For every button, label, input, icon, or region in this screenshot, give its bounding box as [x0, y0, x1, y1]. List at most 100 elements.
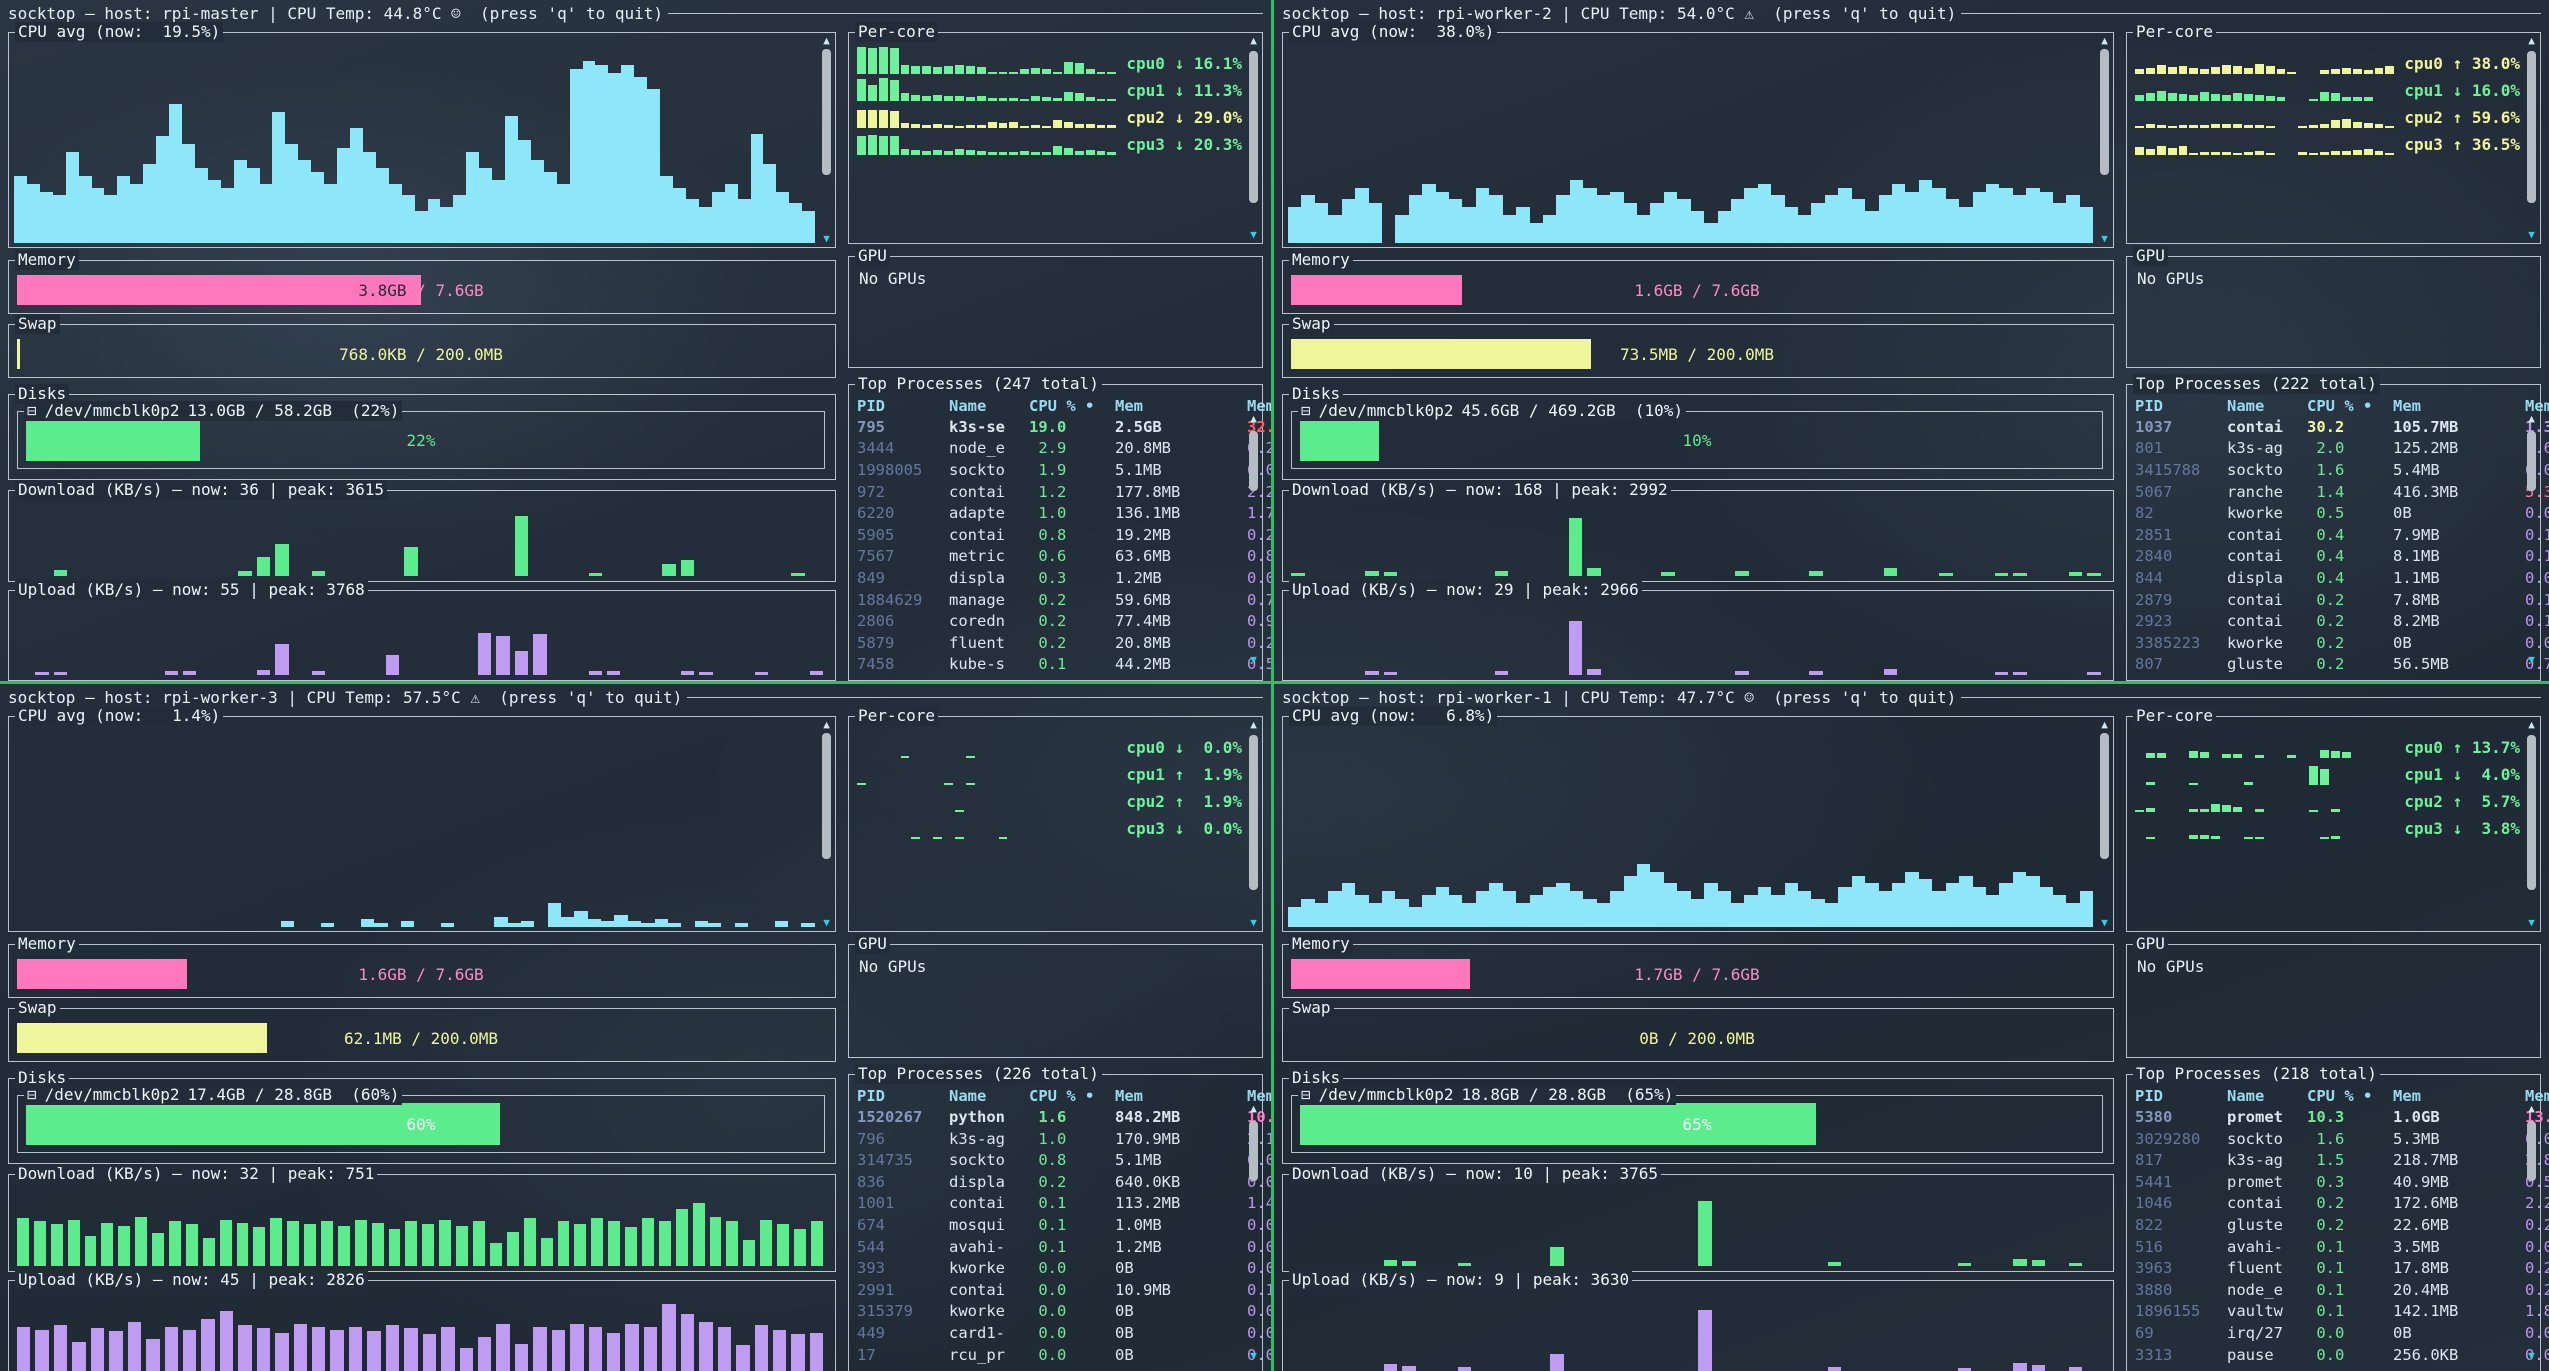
- cpu-scrollbar[interactable]: ▲ ▼: [2098, 719, 2111, 929]
- scroll-up-icon[interactable]: ▲: [1247, 719, 1260, 731]
- scroll-up-icon[interactable]: ▲: [1247, 413, 1260, 425]
- scroll-thumb[interactable]: [1249, 1121, 1258, 1181]
- col-cpu[interactable]: CPU % •: [2307, 1087, 2393, 1105]
- scroll-down-icon[interactable]: ▼: [820, 233, 833, 245]
- scroll-up-icon[interactable]: ▲: [2525, 35, 2538, 47]
- col-name[interactable]: Name: [2227, 397, 2307, 415]
- cpu3-label: cpu3 ↓ 3.8%: [2404, 819, 2520, 839]
- cpu-scrollbar[interactable]: ▲ ▼: [2098, 35, 2111, 245]
- scroll-up-icon[interactable]: ▲: [1247, 1103, 1260, 1115]
- cpu3-sparkline: [857, 812, 1116, 839]
- scroll-thumb[interactable]: [2100, 733, 2109, 859]
- scroll-down-icon[interactable]: ▼: [820, 917, 833, 929]
- col-pid[interactable]: PID: [857, 1087, 949, 1105]
- disk-device: /dev/mmcblk0p2: [1319, 401, 1454, 421]
- process-scrollbar[interactable]: ▲ ▼: [1247, 387, 1260, 678]
- scroll-thumb[interactable]: [1249, 431, 1258, 491]
- col-pid[interactable]: PID: [2135, 397, 2227, 415]
- scroll-thumb[interactable]: [1249, 51, 1258, 203]
- cpu-scrollbar[interactable]: ▲ ▼: [820, 719, 833, 929]
- swap-label: Swap: [15, 998, 60, 1018]
- per-core-panel: Per-core cpu0 ↑ 38.0%cpu1 ↓ 16.0%cpu2 ↑ …: [2126, 32, 2541, 244]
- disk-gauge: 65%: [1300, 1103, 2094, 1145]
- top-processes-panel: Top Processes (222 total) PID Name CPU %…: [2126, 384, 2541, 681]
- scroll-up-icon[interactable]: ▲: [820, 719, 833, 731]
- scroll-up-icon[interactable]: ▲: [2098, 719, 2111, 731]
- process-row: 5380promet10.31.0GB13.14%: [2135, 1107, 2518, 1129]
- col-name[interactable]: Name: [949, 1087, 1029, 1105]
- scroll-down-icon[interactable]: ▼: [1247, 917, 1260, 929]
- col-cpu[interactable]: CPU % •: [2307, 397, 2393, 415]
- scroll-down-icon[interactable]: ▼: [2098, 233, 2111, 245]
- scroll-thumb[interactable]: [1249, 735, 1258, 890]
- scroll-thumb[interactable]: [822, 49, 831, 175]
- scroll-down-icon[interactable]: ▼: [2525, 1350, 2538, 1362]
- swap-gauge: 768.0KB / 200.0MB: [17, 339, 825, 369]
- col-pid[interactable]: PID: [857, 397, 949, 415]
- scroll-thumb[interactable]: [822, 733, 831, 859]
- per-core-scrollbar[interactable]: ▲ ▼: [1247, 719, 1260, 929]
- col-mem[interactable]: Mem: [2393, 1087, 2525, 1105]
- process-row: 3029280sockto 1.65.3MB0.07%: [2135, 1129, 2518, 1151]
- col-mem[interactable]: Mem: [1115, 397, 1247, 415]
- scroll-down-icon[interactable]: ▼: [2098, 917, 2111, 929]
- core-rows: cpu0 ↓ 0.0%cpu1 ↑ 1.9%cpu2 ↑ 1.9%cpu3 ↓ …: [857, 731, 1242, 925]
- col-mem[interactable]: Mem: [2393, 397, 2525, 415]
- scroll-down-icon[interactable]: ▼: [2525, 229, 2538, 241]
- scroll-down-icon[interactable]: ▼: [2525, 917, 2538, 929]
- scroll-thumb[interactable]: [2527, 51, 2536, 203]
- col-name[interactable]: Name: [949, 397, 1029, 415]
- cpu1-label: cpu1 ↓ 11.3%: [1126, 81, 1242, 101]
- scroll-thumb[interactable]: [2527, 431, 2536, 491]
- disk-usage: 13.0GB / 58.2GB (22%): [188, 401, 400, 421]
- swap-panel: Swap 0B / 200.0MB: [1282, 1008, 2114, 1062]
- col-cpu[interactable]: CPU % •: [1029, 397, 1115, 415]
- scroll-down-icon[interactable]: ▼: [1247, 1350, 1260, 1362]
- memory-value: 1.7GB / 7.6GB: [1291, 959, 2103, 989]
- scroll-up-icon[interactable]: ▲: [2525, 719, 2538, 731]
- per-core-scrollbar[interactable]: ▲ ▼: [1247, 35, 1260, 241]
- scroll-thumb[interactable]: [2527, 1121, 2536, 1181]
- disk-device-box: ⊟/dev/mmcblk0p2 45.6GB / 469.2GB (10%) 1…: [1291, 411, 2103, 469]
- disk-device: /dev/mmcblk0p2: [45, 1085, 180, 1105]
- socktop-pane-rpi-worker-3[interactable]: socktop — host: rpi-worker-3 | CPU Temp:…: [0, 684, 1271, 1371]
- gpu-status: No GPUs: [859, 269, 926, 288]
- gpu-label: GPU: [855, 246, 890, 266]
- scroll-down-icon[interactable]: ▼: [2525, 654, 2538, 666]
- scroll-up-icon[interactable]: ▲: [2525, 413, 2538, 425]
- scroll-up-icon[interactable]: ▲: [1247, 35, 1260, 47]
- per-core-scrollbar[interactable]: ▲ ▼: [2525, 35, 2538, 241]
- socktop-pane-rpi-master[interactable]: socktop — host: rpi-master | CPU Temp: 4…: [0, 0, 1271, 681]
- scroll-up-icon[interactable]: ▲: [2525, 1103, 2538, 1115]
- per-core-scrollbar[interactable]: ▲ ▼: [2525, 719, 2538, 929]
- scroll-thumb[interactable]: [2527, 735, 2536, 890]
- cpu2-label: cpu2 ↓ 29.0%: [1126, 108, 1242, 128]
- process-row: 836displa 0.2640.0KB0.01%: [857, 1172, 1240, 1194]
- socktop-pane-rpi-worker-1[interactable]: socktop — host: rpi-worker-1 | CPU Temp:…: [1274, 684, 2549, 1371]
- core-row-cpu1: cpu1 ↓ 11.3%: [857, 74, 1242, 101]
- process-table-rows: 1037contai30.2105.7MB1.35%801k3s-ag 2.01…: [2127, 417, 2540, 680]
- process-row: 2806coredn 0.277.4MB0.99%: [857, 611, 1240, 633]
- cpu0-label: cpu0 ↑ 13.7%: [2404, 738, 2520, 758]
- disk-icon: ⊟: [27, 1085, 37, 1105]
- col-name[interactable]: Name: [2227, 1087, 2307, 1105]
- cpu-avg-panel: CPU avg (now: 1.4%) ▲ ▼: [8, 716, 836, 932]
- scroll-down-icon[interactable]: ▼: [1247, 654, 1260, 666]
- cpu-scrollbar[interactable]: ▲ ▼: [820, 35, 833, 245]
- scroll-up-icon[interactable]: ▲: [820, 35, 833, 47]
- col-mem[interactable]: Mem: [1115, 1087, 1247, 1105]
- scroll-thumb[interactable]: [2100, 49, 2109, 175]
- swap-gauge: 0B / 200.0MB: [1291, 1023, 2103, 1053]
- col-cpu[interactable]: CPU % •: [1029, 1087, 1115, 1105]
- scroll-up-icon[interactable]: ▲: [2098, 35, 2111, 47]
- process-row: 807gluste 0.256.5MB0.72%: [2135, 654, 2518, 676]
- scroll-down-icon[interactable]: ▼: [1247, 229, 1260, 241]
- memory-value: 1.6GB / 7.6GB: [1291, 275, 2103, 305]
- col-pid[interactable]: PID: [2135, 1087, 2227, 1105]
- process-scrollbar[interactable]: ▲ ▼: [2525, 1077, 2538, 1371]
- gpu-panel: GPU No GPUs: [2126, 944, 2541, 1058]
- pane-title-bar: socktop — host: rpi-worker-2 | CPU Temp:…: [1282, 2, 2541, 24]
- process-scrollbar[interactable]: ▲ ▼: [1247, 1077, 1260, 1371]
- process-scrollbar[interactable]: ▲ ▼: [2525, 387, 2538, 678]
- socktop-pane-rpi-worker-2[interactable]: socktop — host: rpi-worker-2 | CPU Temp:…: [1274, 0, 2549, 681]
